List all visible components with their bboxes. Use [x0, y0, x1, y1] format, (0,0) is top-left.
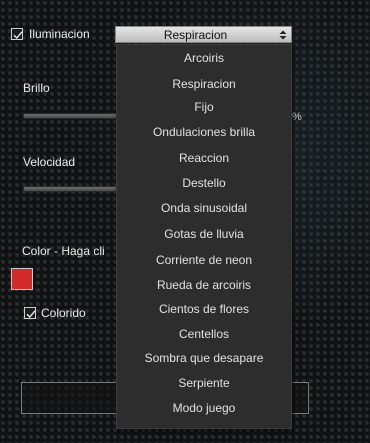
dropdown-option-destello[interactable]: Destello: [117, 172, 291, 194]
lighting-settings-panel: Iluminacion Respiracion Brillo % Velocid…: [0, 0, 370, 443]
dropdown-option-arcoiris[interactable]: Arcoiris: [117, 47, 291, 69]
dropdown-option-fijo[interactable]: Fijo: [117, 96, 291, 118]
checkmark-icon: [26, 310, 36, 319]
color-label: Color - Haga cli: [22, 244, 105, 258]
colorful-checkbox[interactable]: [24, 307, 36, 319]
dropdown-option-rueda-de-arcoiris[interactable]: Rueda de arcoiris: [117, 274, 291, 296]
brightness-slider[interactable]: [23, 113, 119, 119]
effect-dropdown-list[interactable]: Arcoiris Respiracion Fijo Ondulaciones b…: [116, 44, 292, 429]
dropdown-option-centellos[interactable]: Centellos: [117, 323, 291, 345]
effect-select[interactable]: Respiracion: [115, 26, 292, 43]
dropdown-option-gotas-de-lluvia[interactable]: Gotas de lluvia: [117, 223, 291, 245]
dropdown-option-corriente-de-neon[interactable]: Corriente de neon: [117, 249, 291, 271]
dropdown-option-sombra-que-desapare[interactable]: Sombra que desapare: [117, 347, 291, 369]
dropdown-option-serpiente[interactable]: Serpiente: [117, 372, 291, 394]
color-swatch-button[interactable]: [11, 268, 33, 290]
brightness-label: Brillo: [23, 81, 50, 95]
speed-label: Velocidad: [23, 155, 76, 169]
lighting-label: Iluminacion: [29, 27, 90, 41]
brightness-percent-suffix: %: [292, 111, 302, 123]
checkmark-icon: [13, 31, 23, 40]
dropdown-option-ondulaciones-brilla[interactable]: Ondulaciones brilla: [117, 121, 291, 143]
effect-select-value: Respiracion: [163, 28, 228, 42]
dropdown-option-respiracion[interactable]: Respiracion: [117, 73, 291, 95]
speed-slider[interactable]: [23, 186, 119, 192]
lighting-checkbox[interactable]: [11, 28, 23, 40]
updown-arrows-icon: [279, 30, 287, 40]
colorful-label: Colorido: [41, 306, 86, 320]
dropdown-option-cientos-de-flores[interactable]: Cientos de flores: [117, 298, 291, 320]
dropdown-option-onda-sinusoidal[interactable]: Onda sinusoidal: [117, 197, 291, 219]
dropdown-option-modo-juego[interactable]: Modo juego: [117, 397, 291, 419]
color-swatch-fill: [14, 271, 30, 287]
dropdown-option-reaccion[interactable]: Reaccion: [117, 147, 291, 169]
